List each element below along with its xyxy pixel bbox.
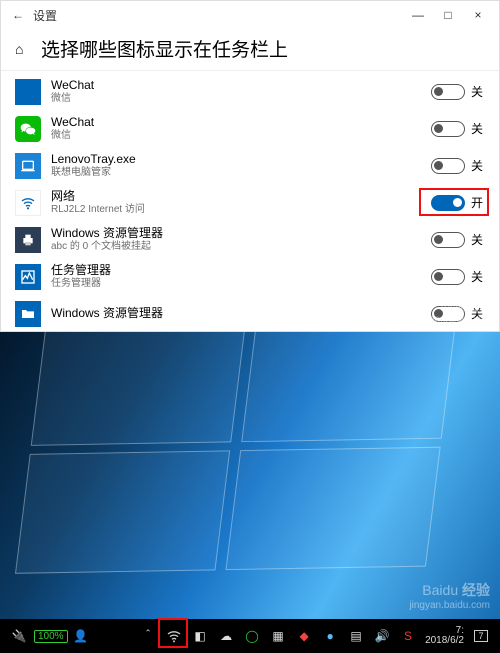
item-subtitle: 微信 [51,130,431,141]
item-labels: 网络RLJ2L2 Internet 访问 [51,190,431,214]
maximize-button[interactable]: □ [433,8,463,22]
list-item: LenovoTray.exe联想电脑管家 关 [15,147,485,184]
item-title: Windows 资源管理器 [51,227,431,240]
notification-icon[interactable]: 7 [470,625,492,647]
toggle-switch[interactable] [431,232,465,248]
power-icon[interactable]: 🔌 [8,625,30,647]
toggle-state-label: 关 [471,157,485,174]
heading-row: ⌂ 选择哪些图标显示在任务栏上 [1,29,499,66]
toggle-state-label: 关 [471,268,485,285]
item-subtitle: 微信 [51,93,431,104]
minimize-button[interactable]: — [403,8,433,22]
item-labels: LenovoTray.exe联想电脑管家 [51,153,431,177]
toggle-wrap: 关 [431,120,485,137]
item-title: Windows 资源管理器 [51,307,431,320]
item-title: LenovoTray.exe [51,153,431,166]
app-icon [15,227,41,253]
icon-toggle-list: WeChat微信关WeChat微信关LenovoTray.exe联想电脑管家关网… [1,73,499,332]
list-item: Windows 资源管理器 关 [15,295,485,332]
item-labels: 任务管理器任务管理器 [51,264,431,288]
toggle-wrap: 关 [431,268,485,285]
toggle-switch[interactable] [431,158,465,174]
item-subtitle: RLJ2L2 Internet 访问 [51,204,431,215]
item-labels: Windows 资源管理器 [51,307,431,320]
tray-chevron-icon[interactable]: ＾ [137,625,159,647]
ime-icon[interactable]: S [397,625,419,647]
list-item: 任务管理器任务管理器 关 [15,258,485,295]
toggle-switch[interactable] [431,306,465,322]
desktop-panel: Baidu 经验 jingyan.baidu.com 🔌 100% 👤 ＾ ◧ … [0,332,500,653]
toggle-wrap: 关 [431,83,485,100]
tray-app-icon[interactable]: ☁ [215,625,237,647]
list-item: Windows 资源管理器abc 的 0 个文档被挂起 关 [15,221,485,258]
watermark: Baidu 经验 jingyan.baidu.com [409,580,490,611]
divider [1,70,499,71]
wifi-tray-icon[interactable] [163,625,185,647]
item-subtitle: abc 的 0 个文档被挂起 [51,241,431,252]
toggle-switch[interactable] [431,84,465,100]
tray-app-icon[interactable]: ◯ [241,625,263,647]
toggle-switch[interactable] [431,269,465,285]
toggle-state-label: 开 [471,194,485,211]
clock[interactable]: 7: 2018/6/2 [425,626,464,647]
taskbar: 🔌 100% 👤 ＾ ◧ ☁ ◯ ▦ ◆ ● ▤ 🔊 S 7: 2018/6/2… [0,619,500,653]
list-item: WeChat微信 关 [15,110,485,147]
item-title: WeChat [51,79,431,92]
toggle-wrap: 关 [431,157,485,174]
item-subtitle: 联想电脑管家 [51,167,431,178]
toggle-wrap: 关 [431,305,485,322]
toggle-wrap: 开 [431,194,485,211]
item-labels: Windows 资源管理器abc 的 0 个文档被挂起 [51,227,431,251]
app-icon [15,153,41,179]
list-item: 网络RLJ2L2 Internet 访问 开 [15,184,485,221]
item-labels: WeChat微信 [51,116,431,140]
back-button[interactable]: ← [7,8,29,22]
people-icon[interactable]: 👤 [70,625,92,647]
toggle-state-label: 关 [471,305,485,322]
app-icon [15,301,41,327]
toggle-switch[interactable] [431,195,465,211]
item-title: WeChat [51,116,431,129]
tray-app-icon[interactable]: ● [319,625,341,647]
toggle-switch[interactable] [431,121,465,137]
tray-app-icon[interactable]: ◧ [189,625,211,647]
tray-app-icon[interactable]: ▦ [267,625,289,647]
tray-app-icon[interactable]: ◆ [293,625,315,647]
item-title: 网络 [51,190,431,203]
item-title: 任务管理器 [51,264,431,277]
app-icon [15,79,41,105]
toggle-state-label: 关 [471,83,485,100]
item-labels: WeChat微信 [51,79,431,103]
app-icon [15,264,41,290]
wallpaper-windows-logo [13,332,486,586]
titlebar: ← 设置 — □ × [1,1,499,29]
home-icon[interactable]: ⌂ [15,41,33,57]
window-controls: — □ × [403,8,493,22]
tray-app-icon[interactable]: ▤ [345,625,367,647]
app-icon [15,190,41,216]
close-button[interactable]: × [463,8,493,22]
battery-badge[interactable]: 100% [34,630,68,643]
page-title: 选择哪些图标显示在任务栏上 [41,35,288,62]
list-item: WeChat微信 关 [15,73,485,110]
item-subtitle: 任务管理器 [51,278,431,289]
toggle-state-label: 关 [471,120,485,137]
toggle-state-label: 关 [471,231,485,248]
settings-window: ← 设置 — □ × ⌂ 选择哪些图标显示在任务栏上 WeChat微信关WeCh… [0,0,500,332]
app-icon [15,116,41,142]
window-title: 设置 [29,7,57,24]
volume-icon[interactable]: 🔊 [371,625,393,647]
toggle-wrap: 关 [431,231,485,248]
